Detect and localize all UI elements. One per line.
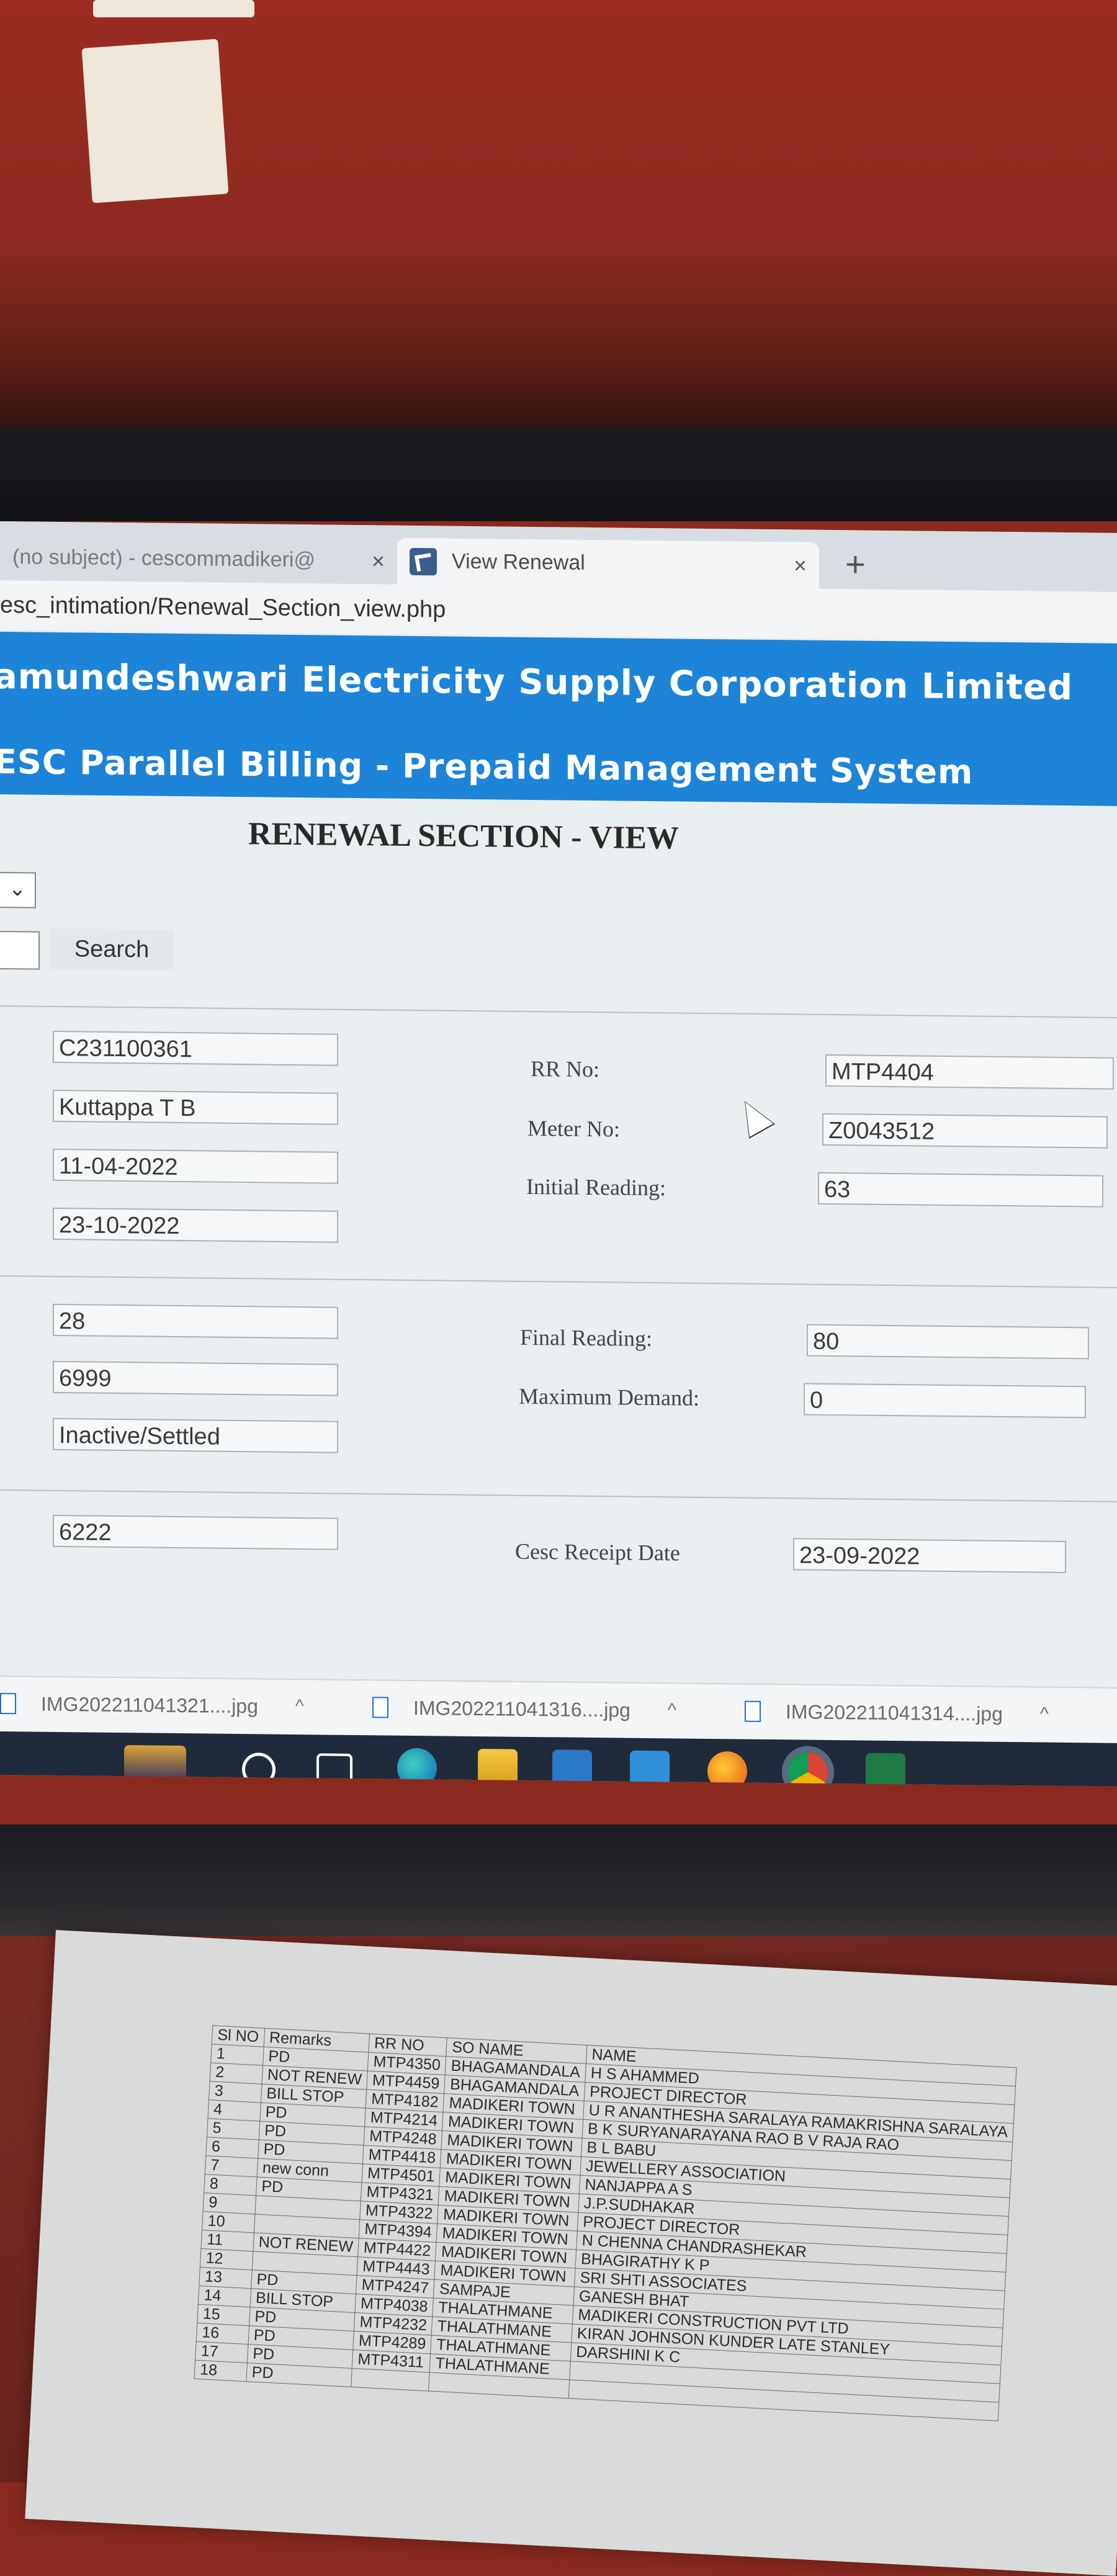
image-file-icon <box>745 1700 761 1722</box>
address-url: esc_intimation/Renewal_Section_view.php <box>0 591 446 623</box>
table-cell: 14 <box>198 2286 251 2307</box>
download-filename: IMG202211041316....jpg <box>413 1696 630 1721</box>
rr-no-label: RR No: <box>531 1056 600 1082</box>
divider <box>0 1275 1117 1288</box>
printout-body: 1 PD MTP4350 BHAGAMANDALA H S AHAMMED 2 NOT RE… <box>194 2044 1016 2421</box>
download-item[interactable]: IMG202211041314....jpg ^ <box>745 1696 1049 1730</box>
max-demand-label: Maximum Demand: <box>519 1383 699 1411</box>
final-reading-field: 80 <box>807 1324 1089 1360</box>
receipt-date-field: 23-09-2022 <box>793 1538 1066 1573</box>
task-view-icon[interactable] <box>316 1753 352 1786</box>
table-cell: 2 <box>210 2062 263 2085</box>
firefox-icon[interactable] <box>707 1751 747 1787</box>
units-field: 28 <box>53 1303 338 1339</box>
table-cell: 11 <box>200 2230 254 2251</box>
table-cell: 1 <box>210 2044 264 2066</box>
printout-table: Sl NO Remarks RR NO SO NAME NAME 1 PD MTP4… <box>194 2025 1016 2421</box>
close-icon[interactable]: × <box>794 552 807 578</box>
download-filename: IMG202211041314....jpg <box>786 1700 1003 1725</box>
status-field: Inactive/Settled <box>53 1417 338 1453</box>
table-cell: 16 <box>196 2323 249 2345</box>
table-cell: 3 <box>209 2081 262 2103</box>
tab-view-renewal[interactable]: View Renewal × <box>397 537 819 589</box>
table-cell: 8 <box>204 2174 257 2196</box>
site-favicon-icon <box>410 547 437 575</box>
table-cell: 17 <box>195 2341 248 2363</box>
search-input[interactable] <box>0 931 40 970</box>
rr-no-field: MTP4404 <box>825 1054 1114 1090</box>
table-cell: 6 <box>205 2137 259 2159</box>
image-file-icon <box>372 1697 388 1718</box>
chevron-up-icon[interactable]: ^ <box>295 1696 304 1717</box>
amount-field: 6999 <box>53 1360 338 1396</box>
printout-header: Sl NO <box>212 2025 265 2047</box>
tab-view-renewal-label: View Renewal <box>452 549 585 575</box>
file-explorer-icon[interactable] <box>478 1749 518 1787</box>
table-cell: 15 <box>197 2304 250 2326</box>
table-cell: 9 <box>203 2192 256 2214</box>
excel-icon[interactable] <box>866 1752 905 1787</box>
search-button[interactable]: Search <box>50 928 174 971</box>
consumer-name-field: Kuttappa T B <box>53 1089 338 1125</box>
mouse-pointer-icon <box>733 1095 774 1138</box>
download-item[interactable]: IMG202211041316....jpg ^ <box>372 1692 676 1726</box>
chevron-up-icon[interactable]: ^ <box>668 1700 676 1721</box>
table-cell: 13 <box>199 2267 252 2289</box>
image-file-icon <box>0 1693 16 1715</box>
edge-browser-icon[interactable] <box>397 1748 437 1787</box>
divider <box>0 1005 1117 1018</box>
table-cell: 7 <box>205 2155 258 2177</box>
table-cell: 18 <box>194 2360 248 2382</box>
close-icon[interactable]: × <box>372 548 385 574</box>
tab-mail-label: (no subject) - cescommadikeri@ <box>12 545 315 572</box>
filter-select[interactable]: ⌄ <box>0 872 36 909</box>
monitor-screen: (no subject) - cescommadikeri@ × View Re… <box>0 521 1117 1787</box>
receipt-date-label: Cesc Receipt Date <box>515 1538 680 1566</box>
monitor-bezel-top <box>0 428 1117 521</box>
receipt-no-field: 6222 <box>53 1514 338 1550</box>
page-title: RENEWAL SECTION - VIEW <box>248 816 680 856</box>
chrome-icon[interactable] <box>788 1752 828 1787</box>
site-title: amundeshwari Electricity Supply Corporat… <box>0 656 1074 709</box>
calendar-app-icon[interactable] <box>552 1749 592 1787</box>
wall-paint-patch <box>93 0 254 17</box>
consumer-id-field: C231100361 <box>53 1030 338 1066</box>
initial-reading-label: Initial Reading: <box>526 1174 666 1201</box>
download-item[interactable]: IMG202211041321....jpg ^ <box>0 1688 304 1722</box>
table-cell: 4 <box>207 2099 261 2122</box>
chevron-down-icon: ⌄ <box>8 877 27 901</box>
pharaoh-icon[interactable] <box>124 1745 186 1786</box>
divider <box>0 1489 1117 1502</box>
browser-tab-bar: (no subject) - cescommadikeri@ × View Re… <box>0 521 1117 592</box>
table-cell: 5 <box>207 2118 260 2140</box>
meter-no-field: Z0043512 <box>822 1113 1108 1149</box>
final-reading-label: Final Reading: <box>520 1324 652 1352</box>
download-filename: IMG202211041321....jpg <box>41 1692 258 1717</box>
printed-sheet: Sl NO Remarks RR NO SO NAME NAME 1 PD MTP4… <box>25 1930 1117 2576</box>
new-tab-icon[interactable]: + <box>845 544 866 584</box>
site-subtitle: ESC Parallel Billing - Prepaid Managemen… <box>0 742 974 792</box>
chevron-up-icon[interactable]: ^ <box>1040 1704 1049 1725</box>
end-date-field: 23-10-2022 <box>53 1207 338 1243</box>
tab-mail[interactable]: (no subject) - cescommadikeri@ × <box>12 534 397 584</box>
max-demand-field: 0 <box>804 1383 1086 1419</box>
site-header: amundeshwari Electricity Supply Corporat… <box>0 632 1117 806</box>
table-cell <box>351 2368 430 2391</box>
start-date-field: 11-04-2022 <box>53 1148 338 1184</box>
table-cell: 12 <box>200 2248 253 2270</box>
meter-no-label: Meter No: <box>527 1115 620 1142</box>
wall-paint-patch <box>81 38 229 204</box>
initial-reading-field: 63 <box>818 1172 1103 1208</box>
mail-app-icon[interactable] <box>630 1750 670 1787</box>
search-circle-icon[interactable] <box>242 1752 276 1787</box>
table-cell: 10 <box>202 2211 255 2233</box>
